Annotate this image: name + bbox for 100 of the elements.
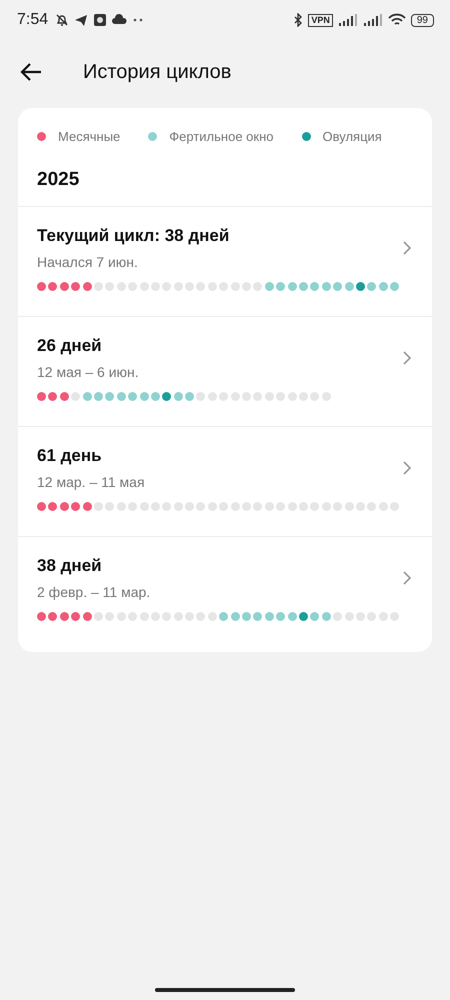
day-dot bbox=[162, 502, 172, 511]
day-dot bbox=[48, 282, 58, 291]
day-dot bbox=[219, 502, 228, 511]
battery-icon: 99 bbox=[410, 14, 434, 26]
day-dot bbox=[230, 392, 240, 401]
day-dot bbox=[390, 612, 400, 621]
legend-label: Фертильное окно bbox=[169, 128, 274, 144]
day-dot bbox=[71, 282, 80, 291]
day-dot bbox=[128, 392, 138, 401]
day-dot bbox=[116, 612, 126, 621]
cloud-icon bbox=[112, 14, 128, 26]
bell-off-icon bbox=[55, 13, 70, 27]
day-dot bbox=[196, 282, 206, 291]
day-dot bbox=[82, 502, 92, 511]
day-dot bbox=[242, 502, 252, 511]
day-dot bbox=[253, 502, 262, 511]
day-dot bbox=[60, 612, 69, 621]
day-dot bbox=[48, 612, 58, 621]
day-dot bbox=[128, 612, 138, 621]
day-dot bbox=[185, 612, 194, 621]
cycle-title: 26 дней bbox=[37, 336, 103, 356]
cycle-dates: 12 мая – 6 июн. bbox=[37, 364, 140, 380]
day-dot bbox=[390, 282, 400, 291]
day-dot bbox=[288, 392, 297, 401]
chevron-right-icon bbox=[403, 351, 411, 365]
day-dot bbox=[37, 612, 46, 621]
day-dot bbox=[60, 282, 69, 291]
cycle-title: 38 дней bbox=[37, 556, 103, 576]
day-dot bbox=[71, 392, 80, 401]
day-dot bbox=[150, 502, 160, 511]
day-dot bbox=[37, 392, 46, 401]
day-dot bbox=[185, 502, 194, 511]
day-dot bbox=[310, 282, 320, 291]
day-dot bbox=[116, 282, 126, 291]
day-dot bbox=[219, 392, 228, 401]
day-dot bbox=[150, 282, 160, 291]
legend-label: Овуляция bbox=[322, 128, 382, 144]
day-dot bbox=[174, 612, 183, 621]
day-dot bbox=[48, 502, 58, 511]
day-dot bbox=[378, 612, 388, 621]
day-dot bbox=[298, 392, 308, 401]
bluetooth-icon bbox=[293, 13, 304, 27]
day-dot bbox=[162, 612, 172, 621]
day-dot bbox=[310, 392, 320, 401]
day-dot bbox=[242, 612, 252, 621]
day-dot bbox=[264, 502, 274, 511]
day-dot bbox=[322, 282, 331, 291]
cycle-dates: 12 мар. – 11 мая bbox=[37, 474, 146, 490]
year-heading: 2025 bbox=[36, 168, 80, 192]
day-dot bbox=[71, 612, 80, 621]
day-dot bbox=[298, 282, 308, 291]
day-dot bbox=[322, 502, 331, 511]
day-dot bbox=[150, 612, 160, 621]
day-dot bbox=[60, 392, 69, 401]
day-dot bbox=[322, 392, 331, 401]
signal-icon bbox=[338, 14, 358, 26]
camera-icon bbox=[93, 13, 108, 27]
day-dot bbox=[367, 502, 376, 511]
day-dot bbox=[105, 502, 114, 511]
day-dot bbox=[174, 392, 183, 401]
day-dot bbox=[94, 502, 103, 511]
day-dot bbox=[253, 612, 262, 621]
day-dot bbox=[150, 392, 160, 401]
day-dot bbox=[276, 392, 286, 401]
page-title: История циклов bbox=[83, 60, 232, 84]
day-dot bbox=[116, 502, 126, 511]
day-dot bbox=[105, 282, 114, 291]
day-dot bbox=[264, 282, 274, 291]
vpn-badge: VPN bbox=[308, 14, 333, 26]
cycle-dates: 2 февр. – 11 мар. bbox=[37, 584, 152, 600]
day-dot bbox=[174, 502, 183, 511]
day-dot bbox=[48, 392, 58, 401]
day-dot bbox=[162, 282, 172, 291]
day-dot bbox=[310, 612, 320, 621]
cycle-item[interactable]: 38 дней 2 февр. – 11 мар. bbox=[18, 536, 432, 646]
day-dot bbox=[344, 282, 354, 291]
day-dot bbox=[208, 282, 217, 291]
day-dot bbox=[367, 612, 376, 621]
day-dot bbox=[298, 502, 308, 511]
cycle-item[interactable]: 61 день 12 мар. – 11 мая bbox=[18, 426, 432, 536]
day-dot bbox=[356, 502, 365, 511]
cycle-item[interactable]: Текущий цикл: 38 дней Начался 7 июн. bbox=[18, 206, 432, 316]
day-dot bbox=[208, 502, 217, 511]
status-time: 7:54 bbox=[17, 11, 48, 29]
day-dot bbox=[298, 612, 308, 621]
day-dot bbox=[82, 282, 92, 291]
day-dot bbox=[230, 502, 240, 511]
day-dot bbox=[333, 282, 342, 291]
day-dot bbox=[367, 282, 376, 291]
legend-label: Месячные bbox=[58, 128, 120, 144]
day-dot bbox=[174, 282, 183, 291]
day-dot bbox=[94, 612, 103, 621]
day-dot bbox=[378, 282, 388, 291]
cycle-item[interactable]: 26 дней 12 мая – 6 июн. bbox=[18, 316, 432, 426]
day-dot bbox=[128, 502, 138, 511]
day-dot bbox=[288, 502, 297, 511]
day-dot bbox=[208, 392, 217, 401]
chevron-right-icon bbox=[403, 241, 411, 255]
day-dot bbox=[276, 612, 286, 621]
day-dot bbox=[378, 502, 388, 511]
